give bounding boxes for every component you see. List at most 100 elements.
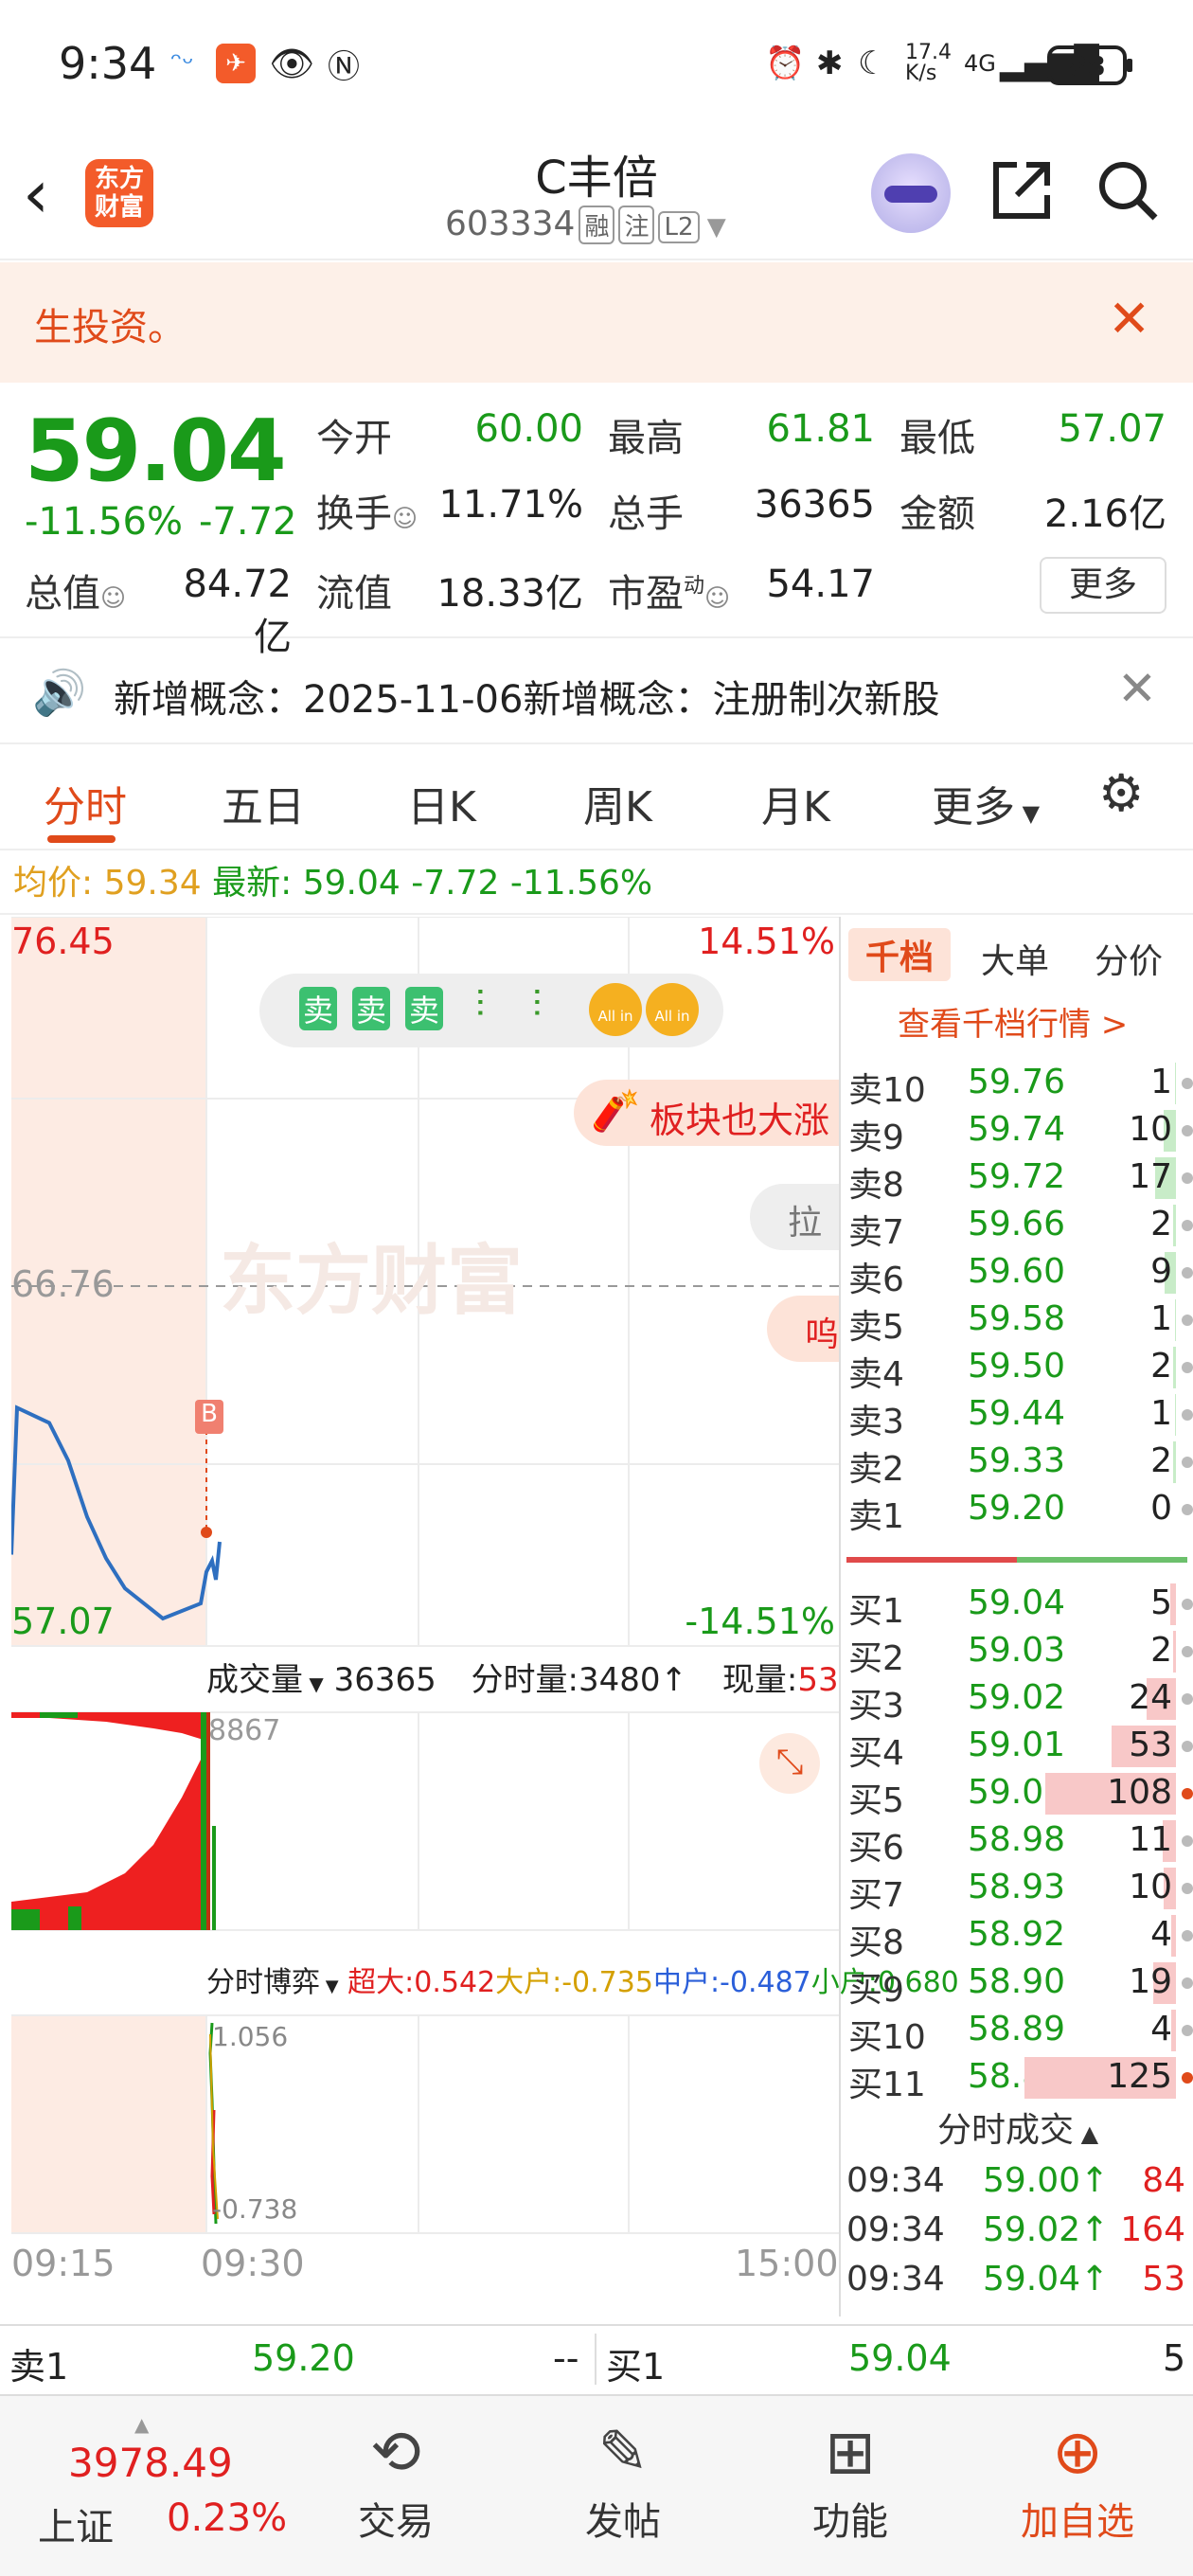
level-volume: 2 — [1150, 1205, 1172, 1243]
bluetooth-icon: ✱ — [816, 45, 844, 82]
ai-assistant-icon[interactable] — [871, 153, 951, 233]
bid-row[interactable]: 买3 59.02 24 — [841, 1674, 1193, 1726]
sound-tip[interactable]: 呜 — [767, 1296, 839, 1362]
tick-volume: 53 — [1142, 2260, 1185, 2299]
volume-period: 分时量:3480↑ — [471, 1661, 688, 1699]
level-dot-icon — [1182, 1125, 1193, 1136]
close-icon[interactable]: ✕ — [1117, 661, 1157, 716]
ticks-title[interactable]: 分时成交 ▲ — [841, 2102, 1193, 2152]
low-value: 57.07 — [1058, 407, 1166, 451]
moon-icon: ☾ — [858, 45, 887, 82]
ask-row[interactable]: 卖2 59.33 2 — [841, 1438, 1193, 1489]
level-price: 59.60 — [968, 1252, 1066, 1291]
edit-icon: ✎ — [597, 2418, 649, 2488]
eastmoney-notify-icon: ✈ — [216, 44, 256, 83]
tab-monthly-k[interactable]: 月K — [761, 773, 830, 833]
bid-row[interactable]: 买2 59.03 2 — [841, 1627, 1193, 1678]
level-volume: 10 — [1129, 1868, 1172, 1906]
bid-row[interactable]: 买5 59.00 108 — [841, 1769, 1193, 1820]
volume-dropdown[interactable]: 成交量 ▼ — [206, 1661, 324, 1699]
nav-post[interactable]: ✎ 发帖 — [547, 2415, 699, 2546]
gear-icon[interactable]: ⚙ — [1098, 763, 1144, 823]
status-bar: 9:34 ᵔᵕ ✈ 👁 Ⓝ ⏰ ✱ ☾ 17.4 K/s 4G ▂▄▆█ 88 — [0, 0, 1193, 133]
nav-features[interactable]: ⊞ 功能 — [775, 2415, 926, 2546]
tab-daily-k[interactable]: 日K — [407, 773, 476, 833]
ask-row[interactable]: 卖1 59.20 0 — [841, 1485, 1193, 1536]
share-icon[interactable] — [988, 157, 1055, 238]
bid-row[interactable]: 买8 58.92 4 — [841, 1911, 1193, 1962]
last-price: 59.04 — [25, 402, 287, 501]
y-axis-top: 76.45 — [11, 921, 115, 962]
game-item: 超大:0.542 — [347, 1966, 496, 1999]
tab-weekly-k[interactable]: 周K — [583, 773, 652, 833]
tick-time: 09:34 — [846, 2260, 945, 2299]
expand-icon[interactable]: ⤡ — [759, 1733, 820, 1794]
stock-code-row[interactable]: 603334 融注 L2 ▼ — [445, 205, 726, 244]
nav-trade[interactable]: ⟲ 交易 — [320, 2415, 472, 2546]
bid-row[interactable]: 买10 58.89 4 — [841, 2006, 1193, 2057]
tab-price-dist[interactable]: 分价 — [1095, 934, 1163, 983]
search-icon[interactable] — [1095, 157, 1161, 238]
level-dot-icon — [1182, 1457, 1193, 1468]
close-icon[interactable]: ✕ — [1108, 289, 1150, 349]
pe-value: 54.17 — [766, 563, 875, 606]
speaker-icon: 🔊 — [32, 667, 87, 718]
ask-row[interactable]: 卖7 59.66 2 — [841, 1201, 1193, 1252]
nav-post-label: 发帖 — [585, 2500, 661, 2544]
concept-notice[interactable]: 🔊 新增概念：2025-11-06新增概念：注册制次新股 ✕ — [0, 640, 1193, 744]
ask-ratio-bar — [846, 1557, 1017, 1563]
level-price: 58.92 — [968, 1915, 1066, 1954]
index-ticker[interactable]: ▲ 3978.49 上证 0.23% — [23, 2413, 288, 2565]
level-volume: 53 — [1129, 1726, 1172, 1764]
depth-link[interactable]: 查看千档行情 > — [898, 998, 1128, 1045]
plus-circle-icon: ⊕ — [1052, 2418, 1103, 2488]
ask-row[interactable]: 卖4 59.50 2 — [841, 1343, 1193, 1394]
open-label: 今开 — [316, 417, 392, 460]
caret-down-icon: ▼ — [699, 213, 726, 242]
info-icon[interactable]: ☺ — [392, 505, 418, 533]
bid-row[interactable]: 买4 59.01 53 — [841, 1722, 1193, 1773]
level-dot-icon — [1182, 1930, 1193, 1941]
tab-large-orders[interactable]: 大单 — [981, 934, 1049, 983]
tab-more[interactable]: 更多 ▼ — [932, 773, 1040, 833]
alarm-icon: ⏰ — [765, 45, 806, 82]
leek-icon: ⫶ — [475, 983, 485, 1027]
status-time: 9:34 — [59, 38, 157, 89]
tab-five-day[interactable]: 五日 — [222, 773, 305, 833]
tick-time: 09:34 — [846, 2210, 945, 2249]
more-button[interactable]: 更多 — [1040, 557, 1166, 614]
level-volume-bar — [1175, 1299, 1176, 1341]
ask-row[interactable]: 卖6 59.60 9 — [841, 1248, 1193, 1299]
bid-row[interactable]: 买6 58.98 11 — [841, 1816, 1193, 1868]
sentiment-badges[interactable]: 卖 卖 卖 ⫶ ⫶ All in All in — [259, 974, 723, 1047]
intraday-chart[interactable]: 76.45 66.76 57.07 14.51% -14.51% 东方财富 卖 … — [11, 917, 959, 2317]
ask-row[interactable]: 卖3 59.44 1 — [841, 1390, 1193, 1441]
buy-marker[interactable]: B — [195, 1400, 223, 1434]
pull-tip[interactable]: 拉布 — [750, 1184, 839, 1250]
level-volume-bar — [1175, 1063, 1176, 1104]
info-icon[interactable]: ☺ — [100, 584, 126, 613]
bid-row[interactable]: 买11 58.88 125 — [841, 2053, 1193, 2104]
tab-intraday[interactable]: 分时 — [44, 773, 127, 833]
level-dot-icon — [1182, 2072, 1193, 2084]
level-volume-bar — [1175, 1394, 1176, 1436]
ask-row[interactable]: 卖5 59.58 1 — [841, 1296, 1193, 1347]
volume-total: 36365 — [333, 1661, 436, 1699]
ask-row[interactable]: 卖10 59.76 1 — [841, 1059, 1193, 1110]
tab-depth[interactable]: 千档 — [848, 928, 952, 981]
index-value: 3978.49 — [68, 2440, 233, 2486]
game-high: 1.056 — [212, 2021, 289, 2052]
promo-banner[interactable]: 生投资。 ✕ — [0, 262, 1193, 383]
bid-row[interactable]: 买7 58.93 10 — [841, 1864, 1193, 1915]
bid-row[interactable]: 买1 59.04 5 — [841, 1580, 1193, 1631]
ask-row[interactable]: 卖8 59.72 17 — [841, 1154, 1193, 1205]
open-value: 60.00 — [474, 407, 583, 451]
bid-row[interactable]: 买9 58.90 19 — [841, 1959, 1193, 2010]
game-dropdown[interactable]: 分时博弈 ▼ — [206, 1966, 339, 1999]
nav-add-watchlist[interactable]: ⊕ 加自选 — [1002, 2415, 1153, 2546]
ask-row[interactable]: 卖9 59.74 10 — [841, 1106, 1193, 1157]
tick-volume: 164 — [1120, 2210, 1185, 2249]
plate-rise-tip[interactable]: 🧨 板块也大涨 — [574, 1080, 839, 1146]
index-pct: 0.23% — [167, 2496, 288, 2540]
level-label: 卖3 — [848, 1403, 904, 1441]
